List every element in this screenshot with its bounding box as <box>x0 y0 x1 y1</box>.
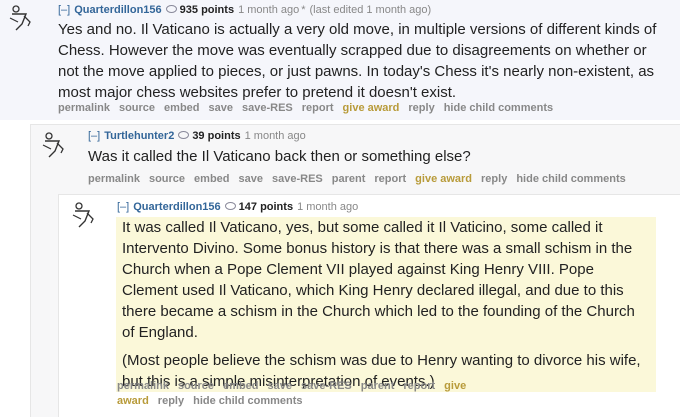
edited-star: * <box>301 4 306 16</box>
save-res-button[interactable]: save-RES <box>272 173 323 185</box>
source-button[interactable]: source <box>178 380 214 392</box>
author-link[interactable]: Turtlehunter2 <box>104 130 174 142</box>
score: 39 points <box>192 130 241 142</box>
hide-child-comments-button[interactable]: hide child comments <box>516 173 625 185</box>
save-res-button[interactable]: save-RES <box>242 102 293 114</box>
source-button[interactable]: source <box>119 102 155 114</box>
comment-paragraph: Yes and no. Il Vaticano is actually a ve… <box>58 21 657 101</box>
snoo-avatar-icon[interactable] <box>41 131 67 159</box>
author-link[interactable]: Quarterdillon156 <box>74 4 161 16</box>
score: 147 points <box>238 201 294 213</box>
give-award-button[interactable]: give award <box>415 173 472 185</box>
edited-note: (last edited 1 month ago) <box>309 4 432 16</box>
embed-button[interactable]: embed <box>194 173 229 185</box>
comment-paragraph: It was called Il Vaticano, yes, but some… <box>122 219 635 341</box>
collapse-toggle[interactable]: [–] <box>88 130 100 142</box>
save-res-button[interactable]: save-RES <box>301 380 352 392</box>
comment-paragraph: Was it called the Il Vaticano back then … <box>88 148 471 165</box>
hide-child-comments-button[interactable]: hide child comments <box>193 395 302 407</box>
permalink-button[interactable]: permalink <box>58 102 110 114</box>
give-award-button[interactable]: give award <box>343 102 400 114</box>
comment-buttons: permalink source embed save save-RES report gi… <box>58 101 562 115</box>
timestamp: 1 month ago <box>238 4 300 16</box>
embed-button[interactable]: embed <box>223 380 258 392</box>
reply-button[interactable]: reply <box>481 173 507 185</box>
report-button[interactable]: report <box>403 380 435 392</box>
comment-tagline: [–] Quarterdillon156 147 points 1 month ago <box>117 200 360 214</box>
timestamp: 1 month ago <box>244 130 306 142</box>
comment-body: Yes and no. Il Vaticano is actually a ve… <box>58 19 658 103</box>
snoo-avatar-icon[interactable] <box>71 201 97 229</box>
comment-buttons: permalink source embed save save-RES parent re… <box>117 379 557 409</box>
comment-3: [–] Quarterdillon156 147 points 1 month ago… <box>58 194 680 417</box>
score: 935 points <box>179 4 235 16</box>
permalink-button[interactable]: permalink <box>117 380 169 392</box>
hide-child-comments-button[interactable]: hide child comments <box>444 102 553 114</box>
comment-body: Was it called the Il Vaticano back then … <box>88 146 668 167</box>
comment-body: It was called Il Vaticano, yes, but some… <box>116 217 656 392</box>
save-button[interactable]: save <box>268 380 292 392</box>
collapse-toggle[interactable]: [–] <box>117 201 129 213</box>
embed-button[interactable]: embed <box>164 102 199 114</box>
timestamp: 1 month ago <box>297 201 359 213</box>
save-button[interactable]: save <box>209 102 233 114</box>
report-button[interactable]: report <box>302 102 334 114</box>
comment-tagline: [–] Turtlehunter2 39 points 1 month ago <box>88 129 308 143</box>
score-icon <box>224 202 236 211</box>
source-button[interactable]: source <box>149 173 185 185</box>
snoo-avatar-icon[interactable] <box>8 4 34 32</box>
score-icon <box>165 5 177 14</box>
report-button[interactable]: report <box>374 173 406 185</box>
reply-button[interactable]: reply <box>408 102 434 114</box>
score-icon <box>178 131 190 140</box>
collapse-toggle[interactable]: [–] <box>58 4 70 16</box>
parent-button[interactable]: parent <box>332 173 366 185</box>
save-button[interactable]: save <box>239 173 263 185</box>
reply-button[interactable]: reply <box>158 395 184 407</box>
parent-button[interactable]: parent <box>361 380 395 392</box>
comment-1: [–] Quarterdillon156 935 points 1 month ago… <box>0 0 680 120</box>
comment-buttons: permalink source embed save save-RES parent re… <box>88 172 635 186</box>
comment-tagline: [–] Quarterdillon156 935 points 1 month ago… <box>58 3 431 17</box>
author-link[interactable]: Quarterdillon156 <box>133 201 220 213</box>
permalink-button[interactable]: permalink <box>88 173 140 185</box>
